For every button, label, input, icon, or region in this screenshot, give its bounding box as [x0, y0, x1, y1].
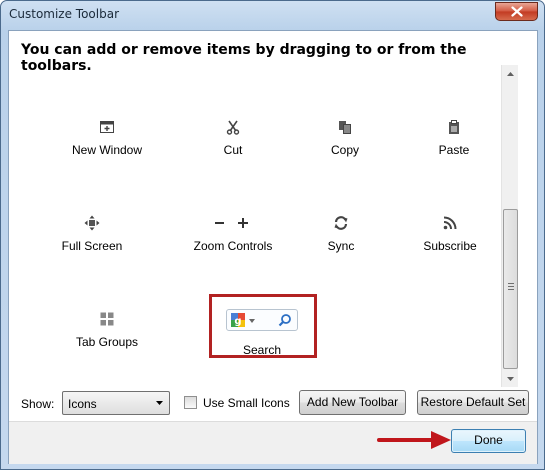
zoom-controls-icon	[169, 215, 297, 235]
restore-default-set-button[interactable]: Restore Default Set	[417, 390, 529, 415]
window-title: Customize Toolbar	[9, 7, 120, 21]
show-dropdown[interactable]: Icons	[62, 391, 170, 415]
palette-scrollbar[interactable]	[501, 65, 518, 387]
paste-icon	[398, 119, 510, 139]
copy-icon	[289, 119, 401, 139]
sync-icon	[285, 215, 397, 235]
palette-item-zoom-controls[interactable]: Zoom Controls	[169, 215, 297, 275]
palette-item-cut[interactable]: Cut	[177, 119, 289, 179]
close-button[interactable]	[495, 2, 538, 21]
palette-item-subscribe[interactable]: Subscribe	[394, 215, 506, 275]
palette-item-label: Cut	[223, 143, 243, 157]
palette-item-label: Copy	[330, 143, 359, 157]
palette-item-full-screen[interactable]: Full Screen	[36, 215, 148, 275]
red-arrow-annotation	[377, 431, 451, 449]
palette-item-new-window[interactable]: New Window	[51, 119, 163, 179]
use-small-icons-label[interactable]: Use Small Icons	[203, 396, 290, 410]
close-icon	[510, 6, 523, 17]
palette-item-label: Full Screen	[61, 239, 123, 253]
palette-item-label: New Window	[71, 143, 143, 157]
chevron-up-icon	[507, 71, 514, 76]
use-small-icons-checkbox[interactable]	[184, 396, 197, 409]
dropdown-arrow-icon	[156, 401, 163, 405]
customize-toolbar-window: Customize Toolbar You can add or remove …	[0, 0, 545, 470]
add-new-toolbar-button[interactable]: Add New Toolbar	[299, 390, 406, 415]
done-button[interactable]: Done	[451, 429, 526, 453]
palette-item-copy[interactable]: Copy	[289, 119, 401, 179]
palette-item-paste[interactable]: Paste	[398, 119, 510, 179]
scroll-grip	[508, 283, 514, 290]
scroll-thumb[interactable]	[503, 209, 518, 369]
rss-icon	[394, 215, 506, 235]
scissors-icon	[177, 119, 289, 139]
scroll-down-button[interactable]	[502, 370, 519, 387]
palette-item-sync[interactable]: Sync	[285, 215, 397, 275]
new-window-icon	[51, 119, 163, 139]
palette-item-label: Sync	[327, 239, 355, 253]
palette-item-label: Tab Groups	[75, 335, 139, 349]
dialog-footer: Done	[9, 422, 537, 464]
fullscreen-icon	[36, 215, 148, 235]
palette-item-label: Paste	[438, 143, 470, 157]
chevron-down-icon	[507, 376, 514, 381]
palette-item-tab-groups[interactable]: Tab Groups	[51, 311, 163, 371]
show-dropdown-value: Icons	[68, 397, 97, 411]
options-row: Show: Icons Use Small Icons Add New Tool…	[9, 389, 537, 417]
title-bar[interactable]: Customize Toolbar	[1, 1, 544, 31]
scroll-up-button[interactable]	[502, 65, 519, 82]
palette-item-label: Zoom Controls	[193, 239, 273, 253]
tab-groups-icon	[51, 311, 163, 331]
search-highlight-box	[209, 294, 317, 358]
dialog-content: You can add or remove items by dragging …	[8, 30, 538, 464]
show-label: Show:	[21, 397, 55, 411]
palette-item-label: Subscribe	[423, 239, 477, 253]
